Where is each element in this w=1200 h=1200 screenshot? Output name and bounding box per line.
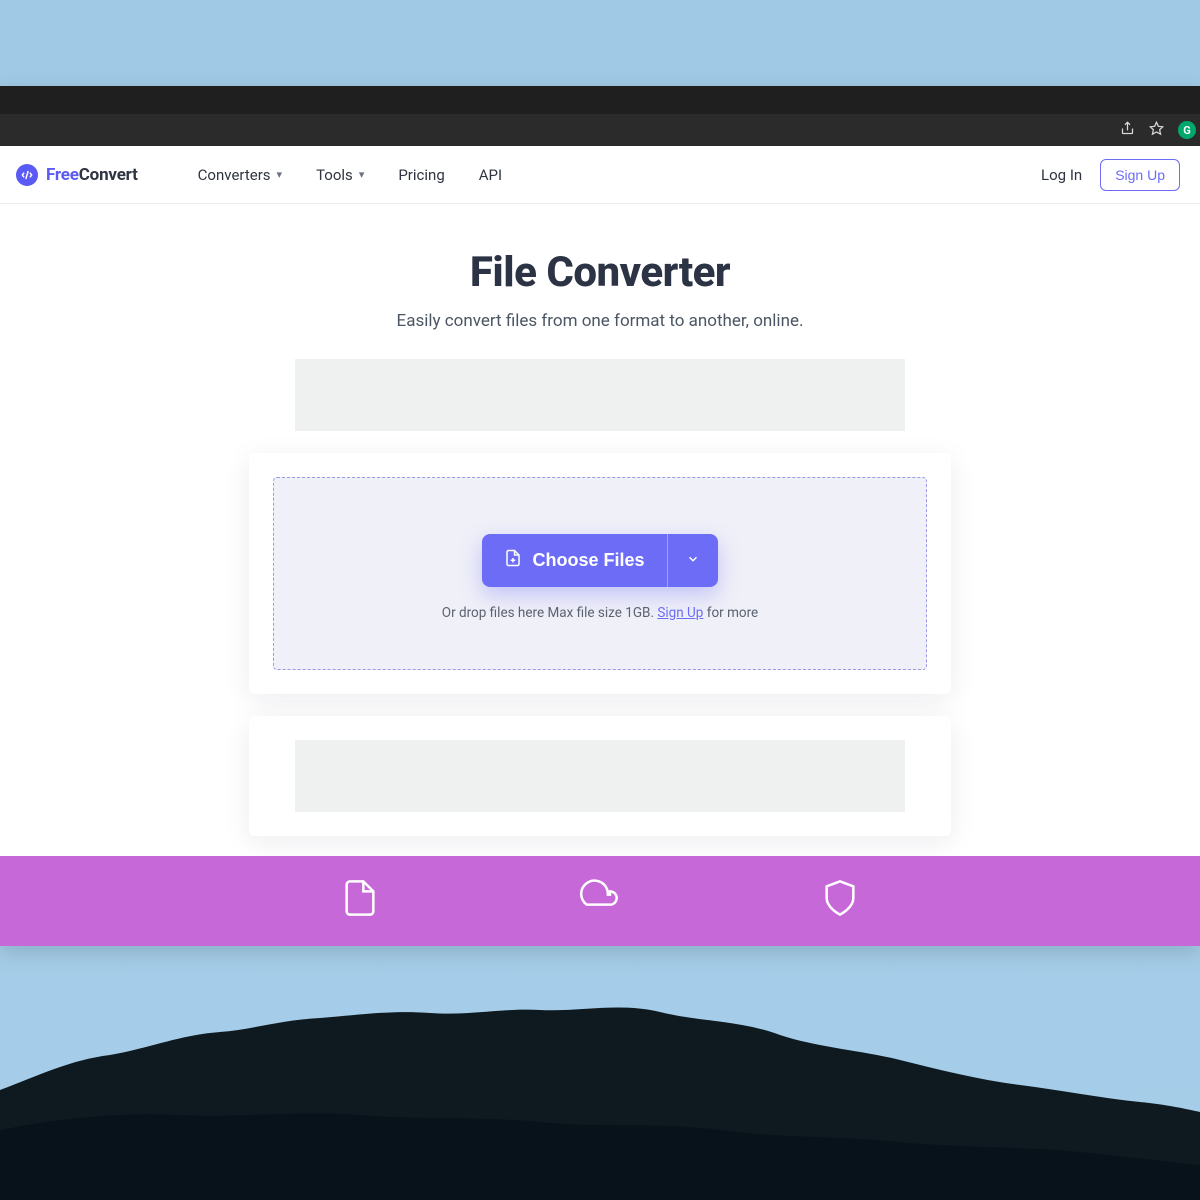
dropzone-signup-link[interactable]: Sign Up (657, 605, 703, 621)
nav-label: Pricing (398, 166, 444, 184)
nav-label: Converters (198, 166, 271, 184)
page-subtitle: Easily convert files from one format to … (0, 311, 1200, 331)
nav-api[interactable]: API (479, 166, 502, 184)
share-icon[interactable] (1120, 121, 1135, 139)
nav-tools[interactable]: Tools ▾ (316, 166, 364, 184)
desktop-treeline (0, 940, 1200, 1200)
nav-label: API (479, 166, 502, 184)
ad-slot-top (295, 359, 905, 431)
file-plus-icon (504, 548, 522, 573)
choose-files-button[interactable]: Choose Files (482, 534, 666, 587)
browser-window: G FreeConvert Converters ▾ Tools ▾ Prici… (0, 86, 1200, 946)
feature-band (0, 856, 1200, 946)
browser-toolbar: G (0, 114, 1200, 146)
page-body: File Converter Easily convert files from… (0, 204, 1200, 946)
bookmark-star-icon[interactable] (1149, 121, 1164, 139)
choose-files-label: Choose Files (532, 550, 644, 571)
chevron-down-icon (686, 552, 700, 569)
choose-files-dropdown[interactable] (667, 534, 718, 587)
login-link[interactable]: Log In (1041, 166, 1082, 184)
page-title: File Converter (0, 248, 1200, 297)
ad-slot-bottom (295, 740, 905, 812)
dropzone-hint: Or drop files here Max file size 1GB. Si… (294, 605, 906, 621)
logo-text: FreeConvert (46, 165, 138, 185)
browser-tabstrip (0, 86, 1200, 114)
dropzone[interactable]: Choose Files Or drop files here Max file… (273, 477, 927, 670)
logo-mark-icon (16, 164, 38, 186)
chevron-down-icon: ▾ (359, 168, 365, 181)
file-icon (340, 878, 380, 946)
signup-button[interactable]: Sign Up (1100, 159, 1180, 191)
nav-label: Tools (316, 166, 353, 184)
extension-badge-icon[interactable]: G (1178, 121, 1196, 139)
site-header: FreeConvert Converters ▾ Tools ▾ Pricing… (0, 146, 1200, 204)
cloud-icon (580, 878, 620, 946)
lower-card (249, 716, 951, 836)
logo[interactable]: FreeConvert (16, 164, 138, 186)
upload-card: Choose Files Or drop files here Max file… (249, 453, 951, 694)
auth-area: Log In Sign Up (1041, 159, 1180, 191)
shield-icon (820, 878, 860, 946)
primary-nav: Converters ▾ Tools ▾ Pricing API (198, 166, 502, 184)
dropzone-hint-prefix: Or drop files here Max file size 1GB. (442, 605, 658, 621)
nav-converters[interactable]: Converters ▾ (198, 166, 282, 184)
chevron-down-icon: ▾ (277, 168, 283, 181)
choose-files-group: Choose Files (482, 534, 717, 587)
dropzone-hint-suffix: for more (703, 605, 758, 621)
nav-pricing[interactable]: Pricing (398, 166, 444, 184)
